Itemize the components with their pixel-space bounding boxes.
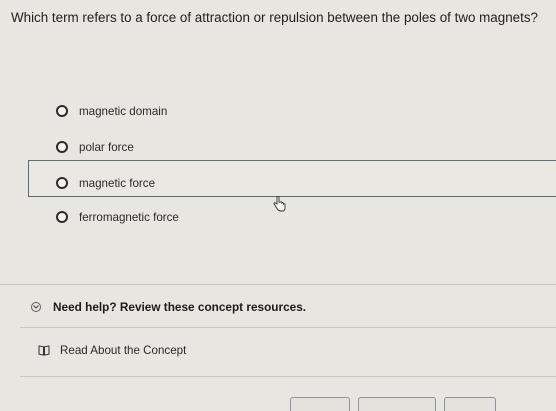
option-label: magnetic force (79, 176, 156, 190)
book-icon (38, 345, 50, 356)
radio-button[interactable] (56, 141, 68, 153)
divider-bottom (20, 376, 556, 377)
radio-button[interactable] (56, 177, 68, 189)
option-magnetic-force[interactable]: magnetic force (56, 173, 155, 193)
toolbar-button[interactable] (444, 397, 496, 411)
bottom-toolbar (0, 394, 556, 411)
question-text: Which term refers to a force of attracti… (11, 10, 538, 25)
resource-label: Read About the Concept (60, 344, 187, 357)
option-magnetic-domain[interactable]: magnetic domain (56, 101, 167, 121)
divider-middle (20, 327, 556, 328)
option-label: magnetic domain (79, 104, 168, 118)
hand-pointer-icon (273, 196, 286, 212)
option-ferromagnetic-force[interactable]: ferromagnetic force (56, 207, 179, 227)
option-label: polar force (79, 140, 134, 154)
radio-button[interactable] (56, 211, 68, 223)
option-label: ferromagnetic force (79, 210, 179, 224)
read-concept-link[interactable]: Read About the Concept (38, 344, 186, 357)
chevron-down-circle-icon (31, 302, 41, 312)
divider-top (0, 284, 556, 285)
radio-button[interactable] (56, 105, 68, 117)
toolbar-button[interactable] (290, 397, 350, 411)
help-toggle[interactable]: Need help? Review these concept resource… (31, 300, 306, 314)
help-title: Need help? Review these concept resource… (53, 300, 307, 314)
toolbar-button[interactable] (358, 397, 436, 411)
option-polar-force[interactable]: polar force (56, 137, 134, 157)
